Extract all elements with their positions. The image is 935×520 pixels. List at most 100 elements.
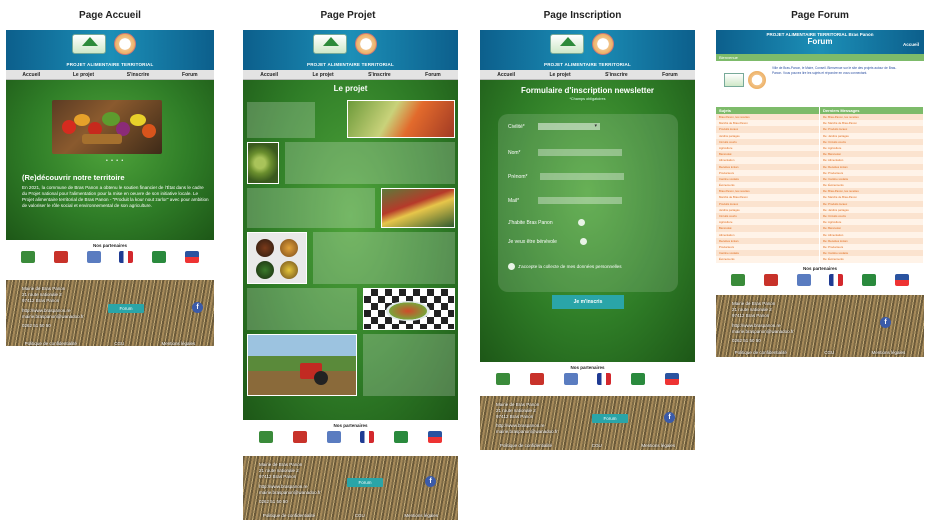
nav-inscrire[interactable]: S'inscrire [605, 72, 628, 78]
site-footer: Mairie de Bras Panon 21 route nationale … [243, 456, 458, 520]
subscribe-button[interactable]: Je m'inscris [552, 295, 624, 309]
partner-logo [292, 431, 307, 443]
nav-accueil[interactable]: Accueil [260, 72, 278, 78]
text-tile [363, 334, 455, 396]
footer-phone: 0262 51 50 50 [732, 337, 761, 343]
projet-section: Le projet [243, 80, 458, 420]
nav-forum[interactable]: Forum [662, 72, 678, 78]
cgu-link[interactable]: CGU [355, 513, 365, 518]
republique-francaise-logo [360, 431, 375, 443]
site-footer: Mairie de Bras Panon 21 route nationale … [6, 280, 214, 346]
nav-inscrire[interactable]: S'inscrire [368, 72, 391, 78]
consent-label: J'accepte la collecte de mes données per… [518, 264, 622, 269]
partner-logo [326, 431, 341, 443]
text-tile [313, 232, 455, 284]
footer-links: Politique de confidentialité CGU Mention… [480, 443, 695, 448]
footer-mail-link[interactable]: mairie.braspanon@wanadoo.fr [22, 314, 84, 320]
forum-header: PROJET ALIMENTAIRE TERRITORIAL Bras Pano… [716, 30, 924, 54]
forum-title: Forum [807, 37, 833, 46]
site-header: PROJET ALIMENTAIRE TERRITORIAL [6, 30, 214, 70]
facebook-icon[interactable]: f [880, 316, 891, 328]
text-tile [285, 142, 455, 184]
legal-link[interactable]: Mentions légales [162, 341, 196, 346]
cgu-link[interactable]: CGU [114, 341, 124, 346]
forum-row[interactable]: Événements Re: Événements [716, 256, 924, 263]
footer-forum-button[interactable]: Forum [347, 478, 383, 487]
civility-select[interactable]: ▾ [538, 123, 600, 130]
partners-section: Nos partenaires [716, 262, 924, 295]
forum-table: Bras-Panon, les recettes Re: Bras-Panon, … [716, 114, 924, 263]
main-nav: Accueil Le projet S'inscrire Forum [243, 70, 458, 80]
partner-logo [258, 431, 273, 443]
partner-logo [861, 273, 876, 286]
footer-forum-button[interactable]: Forum [592, 414, 628, 423]
forum-last-message[interactable]: Re: Événements [820, 256, 924, 263]
partner-logos [480, 370, 695, 388]
col-messages: Derniers Messages [820, 107, 924, 114]
footer-phone: 0262 51 50 50 [22, 323, 51, 328]
vegetable-basket-image [52, 100, 162, 154]
legal-link[interactable]: Mentions légales [641, 443, 675, 448]
partner-logo [86, 251, 101, 263]
carousel-dots[interactable]: • • • • [106, 158, 124, 164]
resident-label: J'habite Bras Panon [508, 220, 553, 226]
caption-accueil: Page Accueil [79, 10, 141, 21]
footer-phone: 0262 51 50 50 [259, 499, 288, 504]
site-header: PROJET ALIMENTAIRE TERRITORIAL [243, 30, 458, 70]
volunteer-label: Je veux être bénévole [508, 239, 557, 245]
footer-mail-link[interactable]: mairie.braspanon@wanadoo.fr [496, 429, 558, 435]
partners-section: Nos partenaires [6, 240, 214, 280]
nav-projet[interactable]: Le projet [73, 72, 94, 78]
privacy-link[interactable]: Politique de confidentialité [735, 350, 787, 355]
inscription-section: Formulaire d'inscription newsletter *Cha… [480, 80, 695, 362]
facebook-icon[interactable]: f [664, 412, 675, 423]
form-title: Formulaire d'inscription newsletter [520, 86, 655, 95]
nav-projet[interactable]: Le projet [550, 72, 571, 78]
footer-links: Politique de confidentialité CGU Mention… [6, 341, 214, 346]
partner-logo [563, 373, 578, 385]
vegetables-photo [347, 100, 455, 138]
header-subtitle: PROJET ALIMENTAIRE TERRITORIAL [544, 62, 631, 67]
footer-mail-link[interactable]: mairie.braspanon@wanadoo.fr [732, 329, 794, 335]
legal-link[interactable]: Mentions légales [872, 350, 906, 355]
cgu-link[interactable]: CGU [592, 443, 602, 448]
resident-radio[interactable] [578, 219, 585, 226]
footer-forum-button[interactable]: Forum [108, 304, 144, 313]
forum-topic[interactable]: Événements [716, 256, 820, 263]
caption-inscription: Page Inscription [543, 10, 622, 21]
partner-logo [53, 251, 68, 263]
form-required-note: *Champs obligatoires [569, 97, 606, 101]
volunteer-radio[interactable] [580, 238, 587, 245]
legal-link[interactable]: Mentions légales [404, 513, 438, 518]
footer-mail-link[interactable]: mairie.braspanon@wanadoo.fr [259, 490, 321, 496]
privacy-link[interactable]: Politique de confidentialité [25, 341, 77, 346]
footer-address: Mairie de Bras Panon 21 route nationale … [732, 300, 794, 343]
facebook-icon[interactable]: f [425, 476, 436, 487]
privacy-link[interactable]: Politique de confidentialité [500, 443, 552, 448]
republique-francaise-logo [119, 251, 134, 263]
forum-home-link[interactable]: Accueil [903, 42, 919, 47]
nav-inscrire[interactable]: S'inscrire [127, 72, 150, 78]
nav-forum[interactable]: Forum [425, 72, 441, 78]
bras-panon-logo [549, 34, 584, 54]
name-field[interactable] [538, 149, 622, 156]
nav-forum[interactable]: Forum [182, 72, 198, 78]
partner-logo [394, 431, 409, 443]
fruits-photo [247, 142, 279, 184]
mail-field[interactable] [538, 197, 622, 204]
nav-accueil[interactable]: Accueil [497, 72, 515, 78]
consent-radio[interactable] [508, 263, 515, 270]
pat-logo [114, 33, 136, 55]
cgu-link[interactable]: CGU [824, 350, 834, 355]
republique-francaise-logo [597, 373, 612, 385]
partners-section: Nos partenaires [243, 420, 458, 456]
facebook-icon[interactable]: f [192, 302, 203, 313]
nav-projet[interactable]: Le projet [313, 72, 334, 78]
firstname-field[interactable] [540, 173, 624, 180]
region-logo [665, 373, 680, 385]
region-logo [184, 251, 199, 263]
footer-address: Mairie de Bras Panon 21 route nationale … [496, 402, 558, 435]
nav-accueil[interactable]: Accueil [22, 72, 40, 78]
mockup-accueil: PROJET ALIMENTAIRE TERRITORIAL Accueil L… [6, 30, 214, 346]
privacy-link[interactable]: Politique de confidentialité [263, 513, 315, 518]
